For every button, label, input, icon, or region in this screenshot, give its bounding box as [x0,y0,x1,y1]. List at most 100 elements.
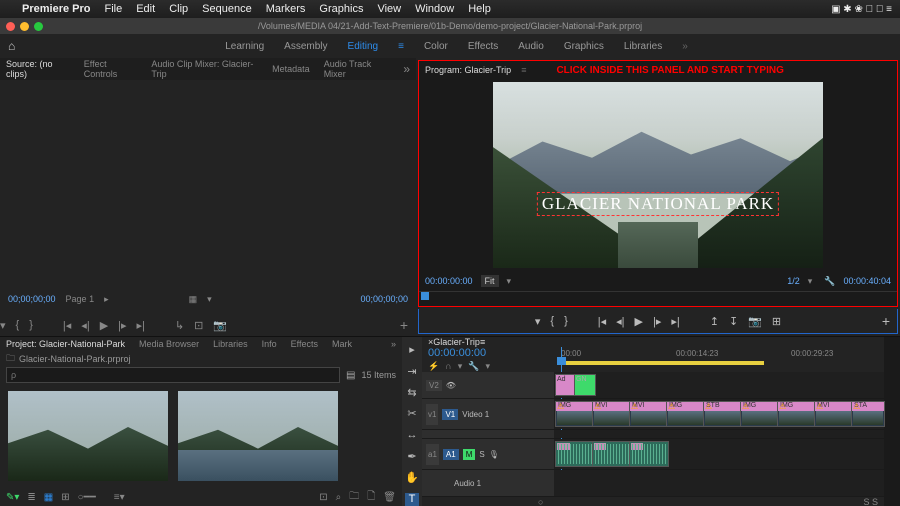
video-frame[interactable]: GLACIER NATIONAL PARK [493,82,823,268]
track-select-tool-icon[interactable]: ⇥ [405,364,419,377]
zoom-slider[interactable]: ○ [538,497,543,506]
menu-graphics[interactable]: Graphics [319,3,363,15]
workspace-effects[interactable]: Effects [468,41,498,52]
mute-button[interactable]: M [463,449,476,460]
go-to-out-icon[interactable]: ▸| [137,319,145,332]
workspace-editing-menu-icon[interactable]: ≡ [398,41,404,52]
step-fwd-icon[interactable]: |▸ [118,319,126,332]
tab-media-browser[interactable]: Media Browser [139,339,199,349]
timeline-tc[interactable]: 00:00:00:00 [428,347,556,359]
video-clip[interactable]: IMG⚠ [777,401,817,427]
track-tag[interactable]: A1 [443,449,459,460]
filter-icon[interactable]: ▤ [346,370,355,381]
video-clip[interactable]: IMG⚠ [740,401,780,427]
track-header-v2[interactable]: V2 👁 [422,372,554,398]
go-to-in-icon[interactable]: |◂ [598,315,606,328]
list-view-icon[interactable]: ≣ [27,492,35,503]
find-icon[interactable]: ⌕ [336,492,342,503]
tab-metadata[interactable]: Metadata [272,64,310,74]
pen-tool-icon[interactable]: ✒ [405,450,419,463]
tab-info[interactable]: Info [262,339,277,349]
out-point-icon[interactable]: } [564,315,568,327]
playhead-icon[interactable] [421,292,429,300]
in-point-icon[interactable]: { [16,319,20,331]
workspace-graphics[interactable]: Graphics [564,41,604,52]
hand-tool-icon[interactable]: ✋ [405,471,419,484]
workspace-editing[interactable]: Editing [348,41,379,52]
step-fwd-icon[interactable]: |▸ [653,315,661,328]
clip-thumbnail[interactable] [8,391,168,481]
extract-icon[interactable]: ↧ [729,315,738,328]
program-scale[interactable]: 1/2 [787,276,800,286]
tab-audio-clip-mixer[interactable]: Audio Clip Mixer: Glacier-Trip [151,59,258,79]
freeform-view-icon[interactable]: ⊞ [61,492,69,503]
menu-edit[interactable]: Edit [136,3,155,15]
link-icon[interactable]: ∩ [445,361,451,372]
auto-sequence-icon[interactable]: ⊡ [319,492,327,503]
overwrite-icon[interactable]: ⊡ [194,319,203,332]
audio-clip[interactable]: MVI [629,441,669,467]
menu-sequence[interactable]: Sequence [202,3,252,15]
timeline-ruler[interactable]: 00:00 00:00:14:23 00:00:29:23 00:00:44:2… [556,347,884,372]
home-icon[interactable]: ⌂ [8,39,15,53]
workspace-overflow-icon[interactable]: » [682,41,688,52]
chevron-down-icon[interactable]: ▾ [207,294,212,305]
chevron-down-icon[interactable]: ▾ [808,276,813,287]
play-icon[interactable]: ▶ [100,319,108,332]
page-next-icon[interactable]: ▸ [104,294,109,305]
title-text-box[interactable]: GLACIER NATIONAL PARK [537,192,779,216]
title-clip[interactable]: GN [574,374,596,396]
source-overflow-icon[interactable]: » [403,62,410,76]
video-clip[interactable]: MVI⚠ [814,401,854,427]
solo-button[interactable]: S [479,450,484,459]
project-overflow-icon[interactable]: » [391,339,396,349]
tab-markers[interactable]: Mark [332,339,352,349]
program-monitor[interactable]: GLACIER NATIONAL PARK [419,79,897,271]
video-clip[interactable]: STB⚠ [703,401,743,427]
marker-icon[interactable]: ▾ [458,361,463,372]
work-area-bar[interactable] [561,361,764,365]
menu-clip[interactable]: Clip [169,3,188,15]
audio-meter[interactable] [884,336,900,506]
slip-tool-icon[interactable]: ↔ [405,429,419,442]
out-point-icon[interactable]: } [29,319,33,331]
audio-clip[interactable]: IMG [555,441,595,467]
grid-icon[interactable]: ▦ [189,294,198,305]
menu-markers[interactable]: Markers [266,3,306,15]
settings-icon[interactable]: 🔧 [824,276,835,287]
track-body-v1[interactable]: IMG⚠MVI⚠MVI⚠IMG⚠STB⚠IMG⚠IMG⚠MVI⚠STA⚠ [554,399,884,429]
toggle-output-icon[interactable]: 👁 [446,381,456,390]
timeline-tab[interactable]: × Glacier-Trip ≡ [422,337,884,347]
comparison-icon[interactable]: ⊞ [772,315,781,328]
track-body-v2[interactable]: Ad GN [554,372,884,398]
menu-help[interactable]: Help [468,3,491,15]
source-page[interactable]: Page 1 [66,294,95,304]
source-monitor[interactable] [0,80,416,284]
mic-icon[interactable]: 🎙 [489,450,499,459]
track-header-a1[interactable]: a1 A1 M S 🎙 [422,439,554,469]
track-body-a1[interactable]: IMGMVIMVI [554,439,884,469]
type-tool-icon[interactable]: T [405,493,419,506]
trash-icon[interactable]: 🗑 [383,492,396,503]
workspace-color[interactable]: Color [424,41,448,52]
tab-audio-track-mixer[interactable]: Audio Track Mixer [324,59,390,79]
go-to-out-icon[interactable]: ▸| [671,315,679,328]
project-search-input[interactable] [6,367,340,383]
program-ruler[interactable] [419,291,897,306]
pen-icon[interactable]: ✎▾ [6,492,19,503]
sort-icon[interactable]: ≡▾ [114,492,125,503]
ripple-tool-icon[interactable]: ⇆ [405,386,419,399]
lift-icon[interactable]: ↥ [710,315,719,328]
razor-tool-icon[interactable]: ✂ [405,407,419,420]
video-clip[interactable]: IMG⚠ [555,401,595,427]
traffic-lights[interactable] [6,22,43,31]
export-frame-icon[interactable]: 📷 [213,319,227,332]
video-clip[interactable]: STA⚠ [851,401,885,427]
video-clip[interactable]: MVI⚠ [592,401,632,427]
project-thumbnails[interactable] [0,383,402,489]
play-icon[interactable]: ▶ [635,315,643,328]
button-editor-icon[interactable]: + [882,313,890,329]
button-editor-icon[interactable]: + [400,317,408,333]
chevron-down-icon[interactable]: ▾ [485,361,490,372]
selection-tool-icon[interactable]: ▸ [405,343,419,356]
